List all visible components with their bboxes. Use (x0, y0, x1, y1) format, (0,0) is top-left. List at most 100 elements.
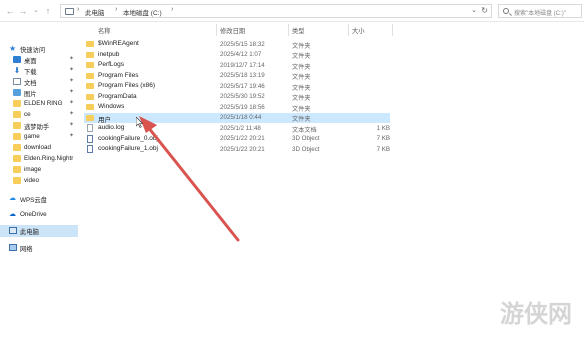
nav-label: image (24, 166, 42, 173)
nav-elden-ring[interactable]: ELDEN RING ✦ (0, 98, 78, 109)
nav-onedrive[interactable]: ☁ OneDrive (0, 209, 78, 220)
star-icon: ★ (9, 44, 17, 53)
breadcrumb-this-pc[interactable]: 此电脑 (85, 7, 105, 17)
folder-icon (86, 41, 94, 47)
nav-label: OneDrive (20, 211, 47, 218)
file-size: 7 KB (376, 145, 390, 153)
file-name: audio.log (98, 124, 125, 131)
nav-game[interactable]: game ✦ (0, 131, 78, 142)
onedrive-icon: ☁ (9, 211, 16, 218)
address-dropdown-icon[interactable]: ⌄ (471, 6, 477, 14)
file-date: 2019/12/7 17:14 (220, 61, 265, 69)
file-date: 2025/5/17 19:46 (220, 82, 265, 90)
nav-label: 此电脑 (20, 229, 39, 236)
folder-icon (13, 100, 21, 107)
table-row[interactable]: Program Files 2025/5/18 13:19 文件夹 (84, 71, 390, 81)
forward-arrow-icon[interactable]: → (17, 5, 29, 17)
folder-icon (86, 93, 94, 100)
table-row-selected[interactable]: 用户 2025/1/18 0:44 文件夹 (84, 112, 390, 124)
file-name: inetpub (98, 50, 120, 58)
file-name: $WinREAgent (98, 40, 139, 47)
column-header-date[interactable]: 修改日期 (220, 26, 245, 35)
file-name: cookingFailure_1.obj (98, 145, 158, 152)
file-name: Program Files (98, 71, 139, 79)
table-row[interactable]: Windows 2025/5/19 18:56 文件夹 (84, 102, 390, 113)
file-type: 文件夹 (292, 42, 311, 50)
pin-icon: ✦ (69, 67, 75, 73)
folder-icon (13, 155, 21, 162)
column-header-type[interactable]: 类型 (292, 26, 305, 35)
this-pc-icon (65, 8, 74, 15)
table-row[interactable]: audio.log 2025/1/2 11:48 文本文档 1 KB (84, 123, 390, 134)
chevron-right-icon[interactable]: › (77, 6, 79, 13)
file-size: 1 KB (376, 124, 390, 132)
column-header-size[interactable]: 大小 (352, 26, 365, 35)
nav-this-pc[interactable]: 此电脑 (0, 225, 78, 237)
nav-downloads[interactable]: ⬇ 下载 ✦ (0, 65, 78, 77)
table-row[interactable]: Program Files (x86) 2025/5/17 19:46 文件夹 (84, 81, 390, 92)
file-name: Program Files (x86) (98, 82, 156, 89)
refresh-icon[interactable]: ↻ (481, 6, 488, 15)
file-name: 用户 (98, 116, 111, 124)
column-separator[interactable] (288, 24, 289, 36)
network-icon (9, 244, 17, 251)
3d-object-icon (87, 145, 93, 153)
file-date: 2025/5/18 13:19 (220, 72, 265, 79)
nav-video[interactable]: video (0, 175, 78, 186)
nav-label: game (24, 133, 40, 140)
address-bar[interactable]: › 此电脑 › 本地磁盘 (C:) › ⌄ ↻ (60, 4, 492, 18)
file-type: 3D Object (292, 135, 320, 142)
table-row[interactable]: cookingFailure_1.obj 2025/1/22 20:21 3D … (84, 144, 390, 155)
table-row[interactable]: PerfLogs 2019/12/7 17:14 文件夹 (84, 60, 390, 71)
nav-desktop[interactable]: 桌面 ✦ (0, 54, 78, 65)
nav-elden-ring-nightreign[interactable]: Elden.Ring.Nightr (0, 153, 78, 164)
file-date: 2025/1/22 20:21 (220, 145, 265, 153)
nav-wps-cloud[interactable]: ☁ WPS云盘 (0, 193, 78, 204)
table-row[interactable]: inetpub 2025/4/12 1:07 文件夹 (84, 50, 390, 60)
file-type: 文件夹 (292, 105, 311, 113)
file-date: 2025/1/2 11:48 (220, 124, 261, 132)
nav-network[interactable]: 网络 (0, 242, 78, 253)
nav-taomeng[interactable]: 逃梦助手 ✦ (0, 120, 78, 131)
file-date: 2025/1/22 20:21 (220, 135, 265, 142)
breadcrumb-local-disk[interactable]: 本地磁盘 (C:) (123, 7, 162, 17)
table-row[interactable]: cookingFailure_0.obj 2025/1/22 20:21 3D … (84, 134, 390, 145)
documents-icon (13, 78, 21, 85)
nav-download[interactable]: download (0, 142, 78, 153)
nav-label: WPS云盘 (20, 197, 47, 204)
nav-quick-access[interactable]: ★ 快速访问 (0, 43, 78, 55)
nav-ce[interactable]: ce ✦ (0, 109, 78, 120)
table-row[interactable]: ProgramData 2025/5/30 19:52 文件夹 (84, 92, 390, 102)
table-row[interactable]: $WinREAgent 2025/5/15 18:32 文件夹 (84, 39, 390, 50)
column-separator[interactable] (216, 24, 217, 36)
column-separator[interactable] (392, 24, 393, 36)
column-separator[interactable] (348, 24, 349, 36)
column-header-name[interactable]: 名称 (98, 26, 111, 35)
cloud-icon: ☁ (9, 195, 16, 202)
file-type: 文件夹 (292, 74, 311, 81)
nav-label: 逃梦助手 (24, 124, 50, 131)
nav-pictures[interactable]: 图片 ✦ (0, 87, 78, 98)
recent-dropdown-icon[interactable]: ⌄ (30, 5, 42, 17)
download-icon: ⬇ (13, 66, 21, 75)
nav-documents[interactable]: 文档 ✦ (0, 76, 78, 87)
pin-icon: ✦ (69, 133, 75, 139)
pin-icon: ✦ (69, 111, 75, 117)
pin-icon: ✦ (69, 100, 75, 106)
chevron-right-icon[interactable]: › (171, 6, 173, 13)
search-box[interactable]: 搜索"本地磁盘 (C:)" (498, 4, 582, 18)
pictures-icon (13, 89, 21, 96)
nav-label: video (24, 177, 40, 184)
nav-image[interactable]: image (0, 164, 78, 175)
back-arrow-icon[interactable]: ← (4, 5, 16, 17)
folder-icon (86, 114, 94, 121)
up-arrow-icon[interactable]: ↑ (42, 5, 54, 17)
folder-icon (13, 122, 21, 129)
pin-icon: ✦ (69, 89, 75, 95)
nav-label: 桌面 (24, 58, 37, 65)
pin-icon: ✦ (69, 56, 75, 62)
chevron-right-icon[interactable]: › (115, 6, 117, 13)
file-type: 文本文档 (292, 126, 317, 134)
pin-icon: ✦ (69, 78, 75, 84)
file-type: 文件夹 (292, 53, 311, 60)
